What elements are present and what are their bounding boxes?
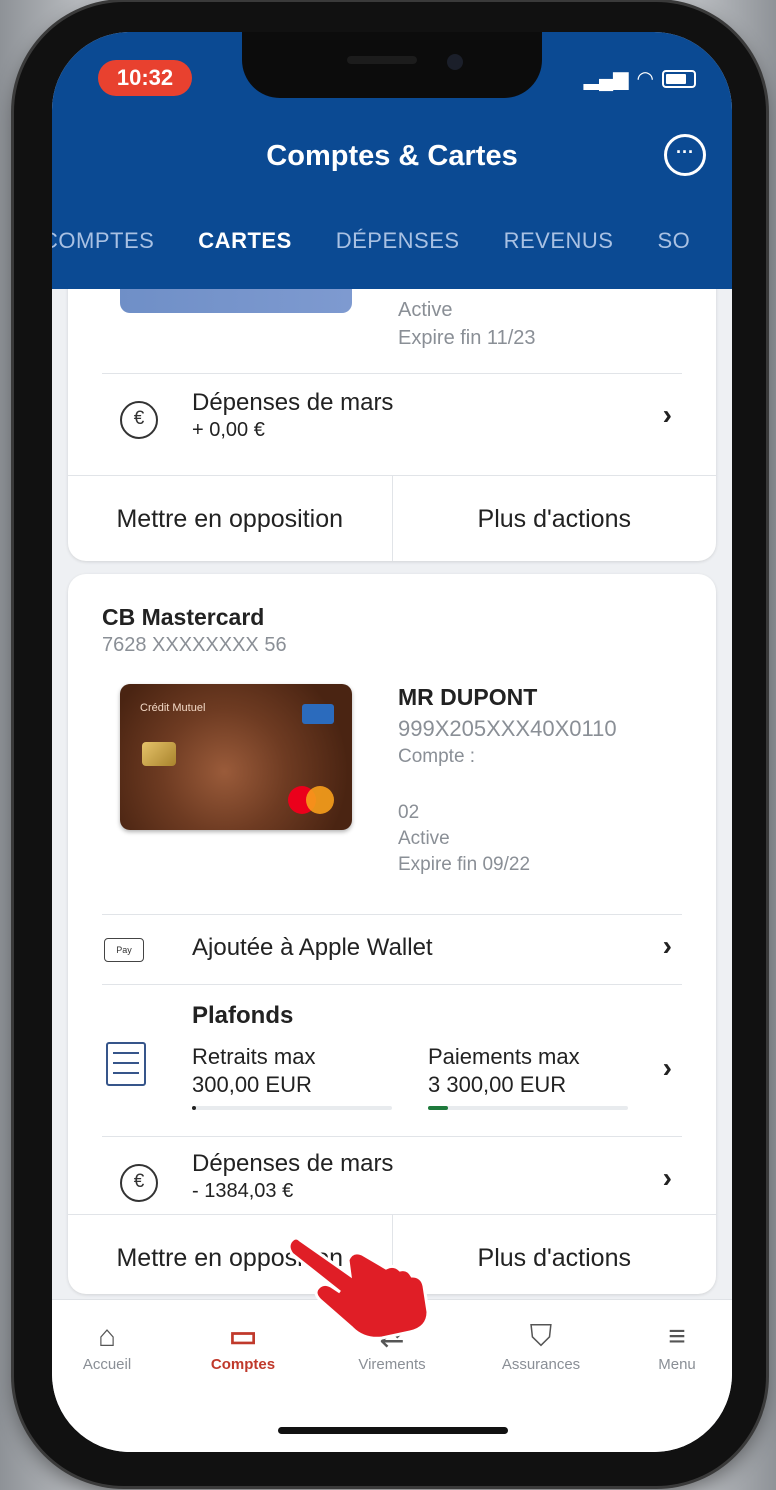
nav-label: Assurances — [501, 1356, 581, 1373]
card-actions: Mettre en opposition Plus d'actions — [68, 475, 716, 561]
payment-label: Paiements max — [428, 1044, 580, 1069]
withdraw-progress-fill — [192, 1106, 196, 1110]
card-image — [120, 289, 352, 313]
home-icon: ⌂ — [97, 1320, 117, 1353]
euro-icon: € — [120, 401, 158, 439]
card-cb-mastercard: CB Mastercard 7628 XXXXXXXX 56 Crédit Mu… — [68, 574, 716, 1294]
chevron-right-icon: › — [662, 399, 672, 430]
spending-label: Dépenses de mars — [192, 1150, 394, 1177]
nav-comptes[interactable]: ▭ Comptes — [188, 1318, 298, 1373]
divider — [102, 373, 682, 374]
page-title: Comptes & Cartes — [266, 140, 518, 172]
home-indicator — [278, 1427, 508, 1434]
card-holder: MR DUPONT — [398, 684, 538, 710]
cb-logo — [302, 704, 334, 724]
account-label: Compte : — [398, 746, 476, 767]
tab-depenses[interactable]: DÉPENSES — [336, 222, 460, 282]
chevron-right-icon: › — [662, 1052, 672, 1083]
payment-progress — [428, 1106, 628, 1110]
battery-icon — [662, 69, 696, 88]
nav-assurances[interactable]: ⛉ Assurances — [486, 1318, 596, 1373]
payment-progress-fill — [428, 1106, 448, 1110]
mastercard-logo — [288, 786, 334, 814]
tab-comptes[interactable]: COMPTES — [52, 222, 154, 282]
card-name: CB Mastercard — [102, 604, 265, 630]
apple-wallet-label: Ajoutée à Apple Wallet — [192, 934, 433, 961]
withdraw-value: 300,00 EUR — [192, 1072, 312, 1097]
wifi-icon: ◠ — [636, 68, 654, 90]
notch — [242, 32, 542, 98]
chip-icon — [142, 742, 176, 766]
card-icon: ▭ — [228, 1320, 258, 1353]
status-icons: ▂▄▆ ◠ — [584, 66, 696, 91]
account-number: 999X205XXX40X0110 — [398, 716, 617, 741]
more-actions-button[interactable]: Plus d'actions — [391, 476, 717, 561]
nav-label: Accueil — [82, 1356, 132, 1373]
spending-label: Dépenses de mars — [192, 389, 394, 416]
divider — [102, 984, 682, 985]
card-account-suffix: 02 — [398, 289, 420, 294]
chevron-right-icon: › — [662, 1162, 672, 1193]
tab-bar: COMPTES CARTES DÉPENSES REVENUS SO — [52, 222, 732, 282]
tab-so[interactable]: SO — [657, 222, 690, 282]
nav-label: Virements — [358, 1356, 426, 1373]
signal-icon: ▂▄▆ — [583, 68, 629, 90]
pointing-hand-icon — [290, 1236, 430, 1340]
card-image: Crédit Mutuel — [120, 684, 352, 830]
block-card-button[interactable]: Mettre en opposition — [68, 476, 392, 561]
divider — [102, 1136, 682, 1137]
card-status: Active — [398, 299, 453, 321]
chevron-right-icon: › — [662, 930, 672, 961]
nav-menu[interactable]: ≡ Menu — [622, 1318, 732, 1373]
status-time: 10:32 — [98, 60, 192, 96]
card-account-suffix: 02 — [398, 802, 420, 823]
card-expiry: Expire fin 09/22 — [398, 854, 531, 875]
more-actions-button[interactable]: Plus d'actions — [391, 1215, 717, 1294]
spending-value: - 1384,03 € — [192, 1180, 294, 1202]
nav-label: Menu — [658, 1356, 696, 1373]
card-expiry: Expire fin 11/23 — [398, 327, 536, 349]
payment-value: 3 300,00 EUR — [428, 1072, 567, 1097]
apple-pay-icon: Pay — [104, 938, 144, 962]
divider — [102, 914, 682, 915]
withdraw-label: Retraits max — [192, 1044, 316, 1069]
spending-value: + 0,00 € — [192, 419, 265, 441]
limits-title: Plafonds — [192, 1002, 294, 1029]
card-previous: 02 Active Expire fin 11/23 € Dépenses de… — [68, 289, 716, 561]
euro-icon: € — [120, 1164, 158, 1202]
menu-icon: ≡ — [668, 1320, 686, 1353]
card-number: 7628 XXXXXXXX 56 — [102, 634, 287, 656]
nav-accueil[interactable]: ⌂ Accueil — [52, 1318, 162, 1373]
shield-icon: ⛉ — [529, 1320, 553, 1353]
card-status: Active — [398, 828, 450, 849]
chat-icon[interactable]: ··· — [664, 134, 706, 176]
withdraw-progress — [192, 1106, 392, 1110]
limits-icon — [106, 1042, 146, 1086]
cards-list[interactable]: 02 Active Expire fin 11/23 € Dépenses de… — [52, 289, 732, 1299]
tab-revenus[interactable]: REVENUS — [504, 222, 614, 282]
tab-cartes[interactable]: CARTES — [198, 222, 291, 282]
bank-logo: Crédit Mutuel — [140, 702, 206, 714]
nav-label: Comptes — [210, 1356, 276, 1373]
